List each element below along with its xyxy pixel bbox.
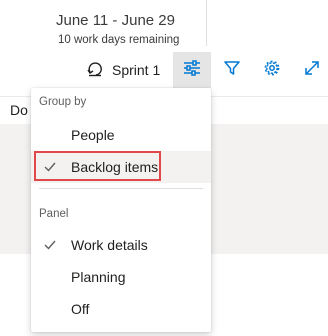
menu-item-label: Planning — [71, 269, 126, 285]
panel-section-label: Panel — [39, 208, 69, 220]
view-options-icon — [182, 59, 202, 82]
expand-icon — [303, 59, 321, 82]
settings-gear-icon — [263, 59, 281, 82]
header-divider — [206, 0, 207, 46]
settings-button[interactable] — [253, 52, 291, 88]
menu-item-planning[interactable]: Planning — [31, 261, 211, 293]
column-header-fragment: Do — [10, 102, 28, 118]
filter-button[interactable] — [213, 52, 251, 88]
sprint-label: Sprint 1 — [112, 62, 161, 78]
menu-item-label: Off — [71, 301, 90, 317]
menu-item-work-details[interactable]: Work details — [31, 229, 211, 261]
view-options-menu: Group by People Backlog items Panel Work… — [31, 88, 211, 332]
sprint-loop-icon — [86, 60, 104, 81]
menu-divider — [39, 188, 203, 189]
sprint-date-range: June 11 - June 29 — [56, 12, 175, 29]
group-by-section-label: Group by — [39, 96, 87, 108]
menu-item-label: People — [71, 127, 115, 143]
menu-item-people[interactable]: People — [31, 119, 211, 151]
menu-item-off[interactable]: Off — [31, 293, 211, 325]
highlight-annotation-box — [34, 151, 161, 181]
checkmark-icon — [43, 238, 57, 255]
work-days-remaining: 10 work days remaining — [58, 34, 180, 46]
sprint-selector[interactable]: Sprint 1 — [86, 56, 160, 84]
view-options-button[interactable] — [173, 52, 211, 88]
expand-button[interactable] — [293, 52, 328, 88]
menu-item-label: Work details — [71, 237, 148, 253]
filter-icon — [223, 59, 241, 82]
